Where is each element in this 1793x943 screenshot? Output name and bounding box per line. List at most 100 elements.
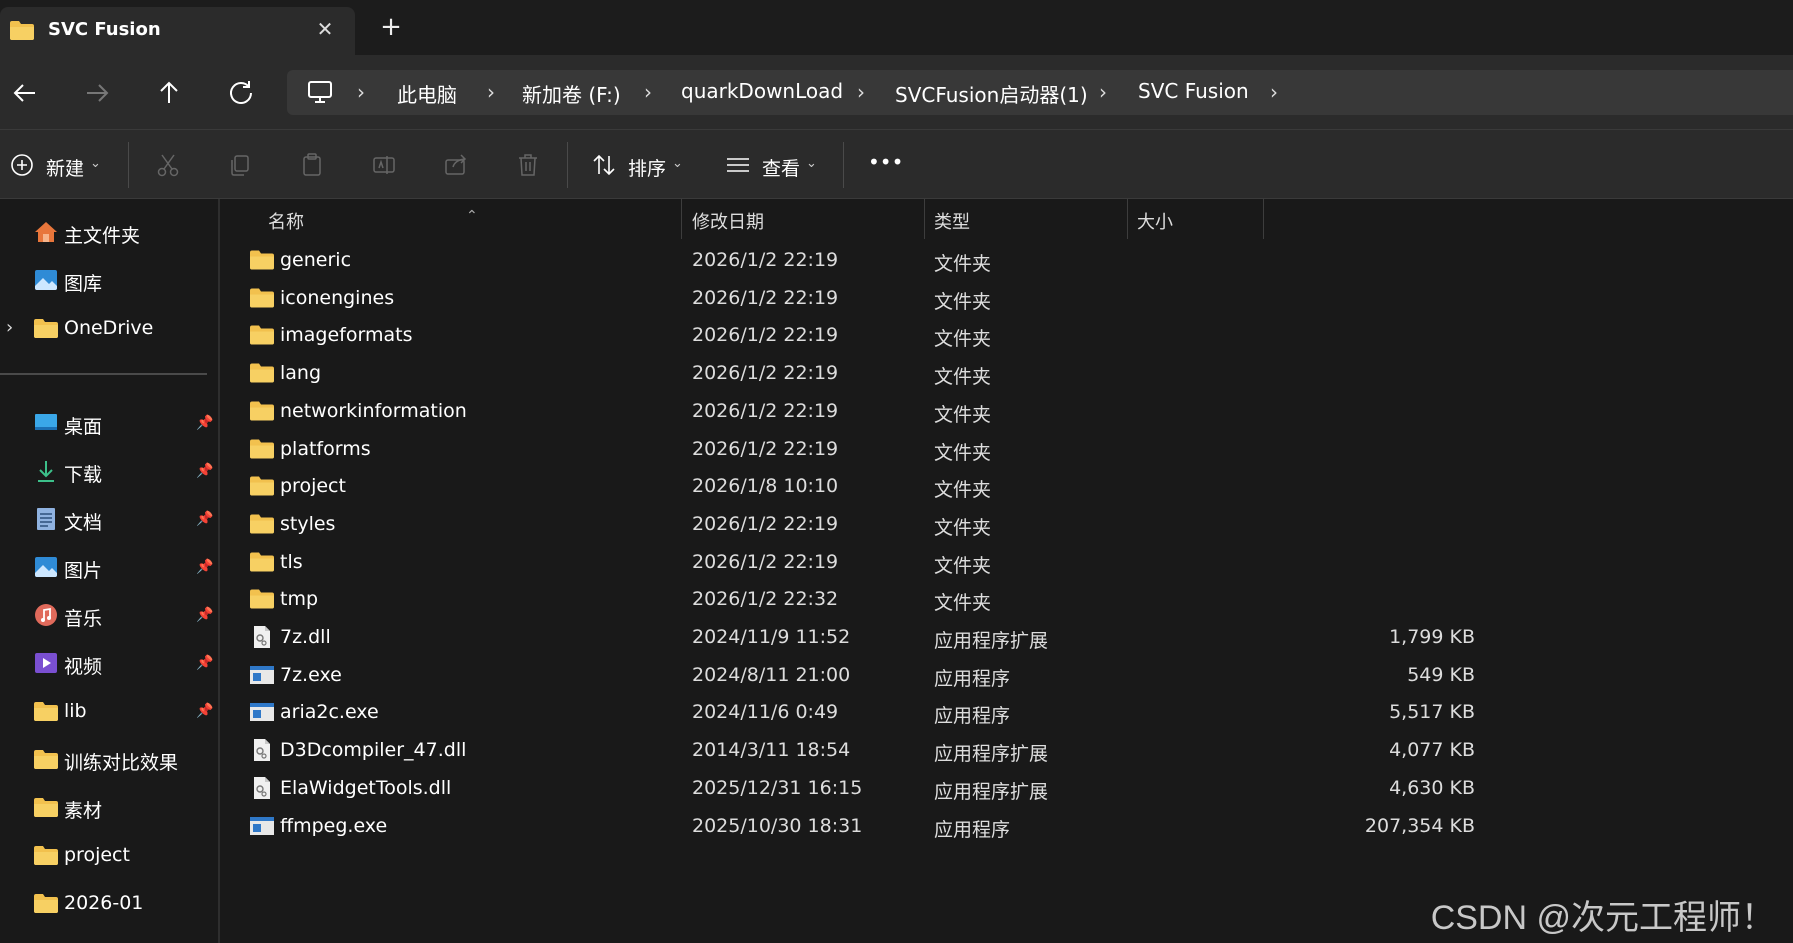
file-name: networkinformation <box>280 399 467 422</box>
video-icon <box>35 653 57 673</box>
table-row[interactable]: ffmpeg.exe 2025/10/30 18:31 应用程序 207,354 KB <box>222 805 1793 848</box>
view-button-icon[interactable] <box>725 152 751 178</box>
file-type: 文件夹 <box>934 516 992 539</box>
table-row[interactable]: 7z.exe 2024/8/11 21:00 应用程序 549 KB <box>222 654 1793 697</box>
table-row[interactable]: styles 2026/1/2 22:19 文件夹 <box>222 503 1793 546</box>
chevron-down-icon[interactable]: ⌄ <box>672 156 683 171</box>
breadcrumb-svc-fusion[interactable]: SVC Fusion <box>1138 79 1249 103</box>
sidebar-item-training-comparison[interactable]: 训练对比效果 <box>0 739 218 779</box>
chevron-right-icon[interactable]: › <box>644 80 652 104</box>
file-type: 文件夹 <box>934 441 992 464</box>
folder-icon <box>250 401 274 421</box>
table-row[interactable]: networkinformation 2026/1/2 22:19 文件夹 <box>222 390 1793 433</box>
sidebar-item-downloads[interactable]: 下载 📌 <box>0 451 218 491</box>
new-button[interactable]: 新建 <box>46 154 84 181</box>
pin-icon[interactable]: 📌 <box>196 559 213 575</box>
sidebar-item-lib[interactable]: lib 📌 <box>0 691 218 731</box>
chevron-right-icon[interactable]: › <box>6 317 13 338</box>
table-row[interactable]: tmp 2026/1/2 22:32 文件夹 <box>222 578 1793 621</box>
breadcrumb-this-pc[interactable]: 此电脑 <box>397 79 457 108</box>
table-row[interactable]: generic 2026/1/2 22:19 文件夹 <box>222 239 1793 282</box>
sidebar-item-2026-01[interactable]: 2026-01 <box>0 883 218 923</box>
file-type: 应用程序 <box>934 818 1011 841</box>
pin-icon[interactable]: 📌 <box>196 607 213 623</box>
column-divider[interactable] <box>1263 199 1264 239</box>
chevron-right-icon[interactable]: › <box>487 80 495 104</box>
table-row[interactable]: lang 2026/1/2 22:19 文件夹 <box>222 352 1793 395</box>
forward-button[interactable] <box>77 73 117 113</box>
pin-icon[interactable]: 📌 <box>196 511 213 527</box>
delete-button[interactable] <box>515 152 541 178</box>
folder-icon <box>34 702 58 721</box>
column-header-modified[interactable]: 修改日期 <box>682 199 924 239</box>
column-header-type[interactable]: 类型 <box>925 199 1127 239</box>
column-header-name[interactable]: 名称 ⌃ <box>222 199 682 239</box>
table-row[interactable]: platforms 2026/1/2 22:19 文件夹 <box>222 428 1793 471</box>
sidebar-item-videos[interactable]: 视频 📌 <box>0 643 218 683</box>
paste-button[interactable] <box>299 152 325 178</box>
table-row[interactable]: project 2026/1/8 10:10 文件夹 <box>222 465 1793 508</box>
download-icon <box>38 461 54 482</box>
share-button[interactable] <box>443 152 469 178</box>
pin-icon[interactable]: 📌 <box>196 703 213 719</box>
title-bar: SVC Fusion ✕ + <box>0 0 1793 55</box>
table-row[interactable]: tls 2026/1/2 22:19 文件夹 <box>222 541 1793 584</box>
sort-button[interactable]: 排序 <box>628 154 666 181</box>
gallery-icon <box>35 270 57 290</box>
file-name: project <box>280 475 346 498</box>
sidebar-item-materials[interactable]: 素材 <box>0 787 218 827</box>
breadcrumb-volume-f[interactable]: 新加卷 (F:) <box>522 79 621 108</box>
table-row[interactable]: ElaWidgetTools.dll 2025/12/31 16:15 应用程序扩展… <box>222 767 1793 810</box>
table-row[interactable]: 7z.dll 2024/11/9 11:52 应用程序扩展 1,799 KB <box>222 616 1793 659</box>
chevron-right-icon[interactable]: › <box>357 80 365 104</box>
file-modified-date: 2026/1/2 22:19 <box>692 286 839 309</box>
pin-icon[interactable]: 📌 <box>196 655 213 671</box>
new-tab-button[interactable]: + <box>378 14 404 40</box>
sidebar-item-label: 训练对比效果 <box>64 752 179 774</box>
new-button-icon[interactable] <box>9 152 35 178</box>
sidebar-item-gallery[interactable]: 图库 <box>0 260 218 300</box>
table-row[interactable]: iconengines 2026/1/2 22:19 文件夹 <box>222 277 1793 320</box>
folder-icon <box>250 589 274 609</box>
sidebar-item-label: 文档 <box>64 512 103 534</box>
address-bar[interactable]: › 此电脑 › 新加卷 (F:) › quarkDownLoad › SVCFu… <box>287 70 1793 115</box>
sidebar-item-music[interactable]: 音乐 📌 <box>0 595 218 635</box>
column-header-size[interactable]: 大小 <box>1128 199 1263 239</box>
file-type: 应用程序扩展 <box>934 630 1049 652</box>
chevron-right-icon[interactable]: › <box>857 80 865 104</box>
refresh-button[interactable] <box>221 73 261 113</box>
chevron-right-icon[interactable]: › <box>1099 80 1107 104</box>
sidebar-item-home[interactable]: 主文件夹 <box>0 212 218 252</box>
cut-button[interactable] <box>155 152 181 178</box>
chevron-right-icon[interactable]: › <box>1270 80 1278 104</box>
file-name: ElaWidgetTools.dll <box>280 776 452 799</box>
copy-button[interactable] <box>227 152 253 178</box>
view-button[interactable]: 查看 <box>762 154 800 181</box>
table-row[interactable]: D3Dcompiler_47.dll 2014/3/11 18:54 应用程序扩展 4… <box>222 729 1793 772</box>
close-tab-icon[interactable]: ✕ <box>312 16 338 42</box>
table-row[interactable]: aria2c.exe 2024/11/6 0:49 应用程序 5,517 KB <box>222 691 1793 734</box>
sidebar-item-desktop[interactable]: 桌面 📌 <box>0 403 218 443</box>
pin-icon[interactable]: 📌 <box>196 415 213 431</box>
breadcrumb-quarkdownload[interactable]: quarkDownLoad <box>681 79 843 103</box>
dll-icon <box>254 626 270 648</box>
back-button[interactable] <box>5 73 45 113</box>
sidebar-item-onedrive[interactable]: › OneDrive <box>0 308 218 348</box>
file-size: 207,354 KB <box>1364 814 1475 837</box>
sidebar-item-pictures[interactable]: 图片 📌 <box>0 547 218 587</box>
table-row[interactable]: imageformats 2026/1/2 22:19 文件夹 <box>222 314 1793 357</box>
more-options-button[interactable]: ••• <box>868 150 903 174</box>
sort-button-icon[interactable] <box>591 152 617 178</box>
chevron-down-icon[interactable]: ⌄ <box>90 156 101 171</box>
file-name: platforms <box>280 437 371 460</box>
explorer-tab[interactable]: SVC Fusion ✕ <box>0 7 355 55</box>
up-button[interactable] <box>149 73 189 113</box>
chevron-down-icon[interactable]: ⌄ <box>806 156 817 171</box>
sidebar-item-documents[interactable]: 文档 📌 <box>0 499 218 539</box>
breadcrumb-svcfusion-launcher[interactable]: SVCFusion启动器(1) <box>895 79 1088 108</box>
arrow-left-icon <box>13 84 35 102</box>
sidebar-item-project[interactable]: project <box>0 835 218 875</box>
pin-icon[interactable]: 📌 <box>196 463 213 479</box>
file-type: 文件夹 <box>934 290 992 313</box>
rename-button[interactable] <box>371 152 397 178</box>
